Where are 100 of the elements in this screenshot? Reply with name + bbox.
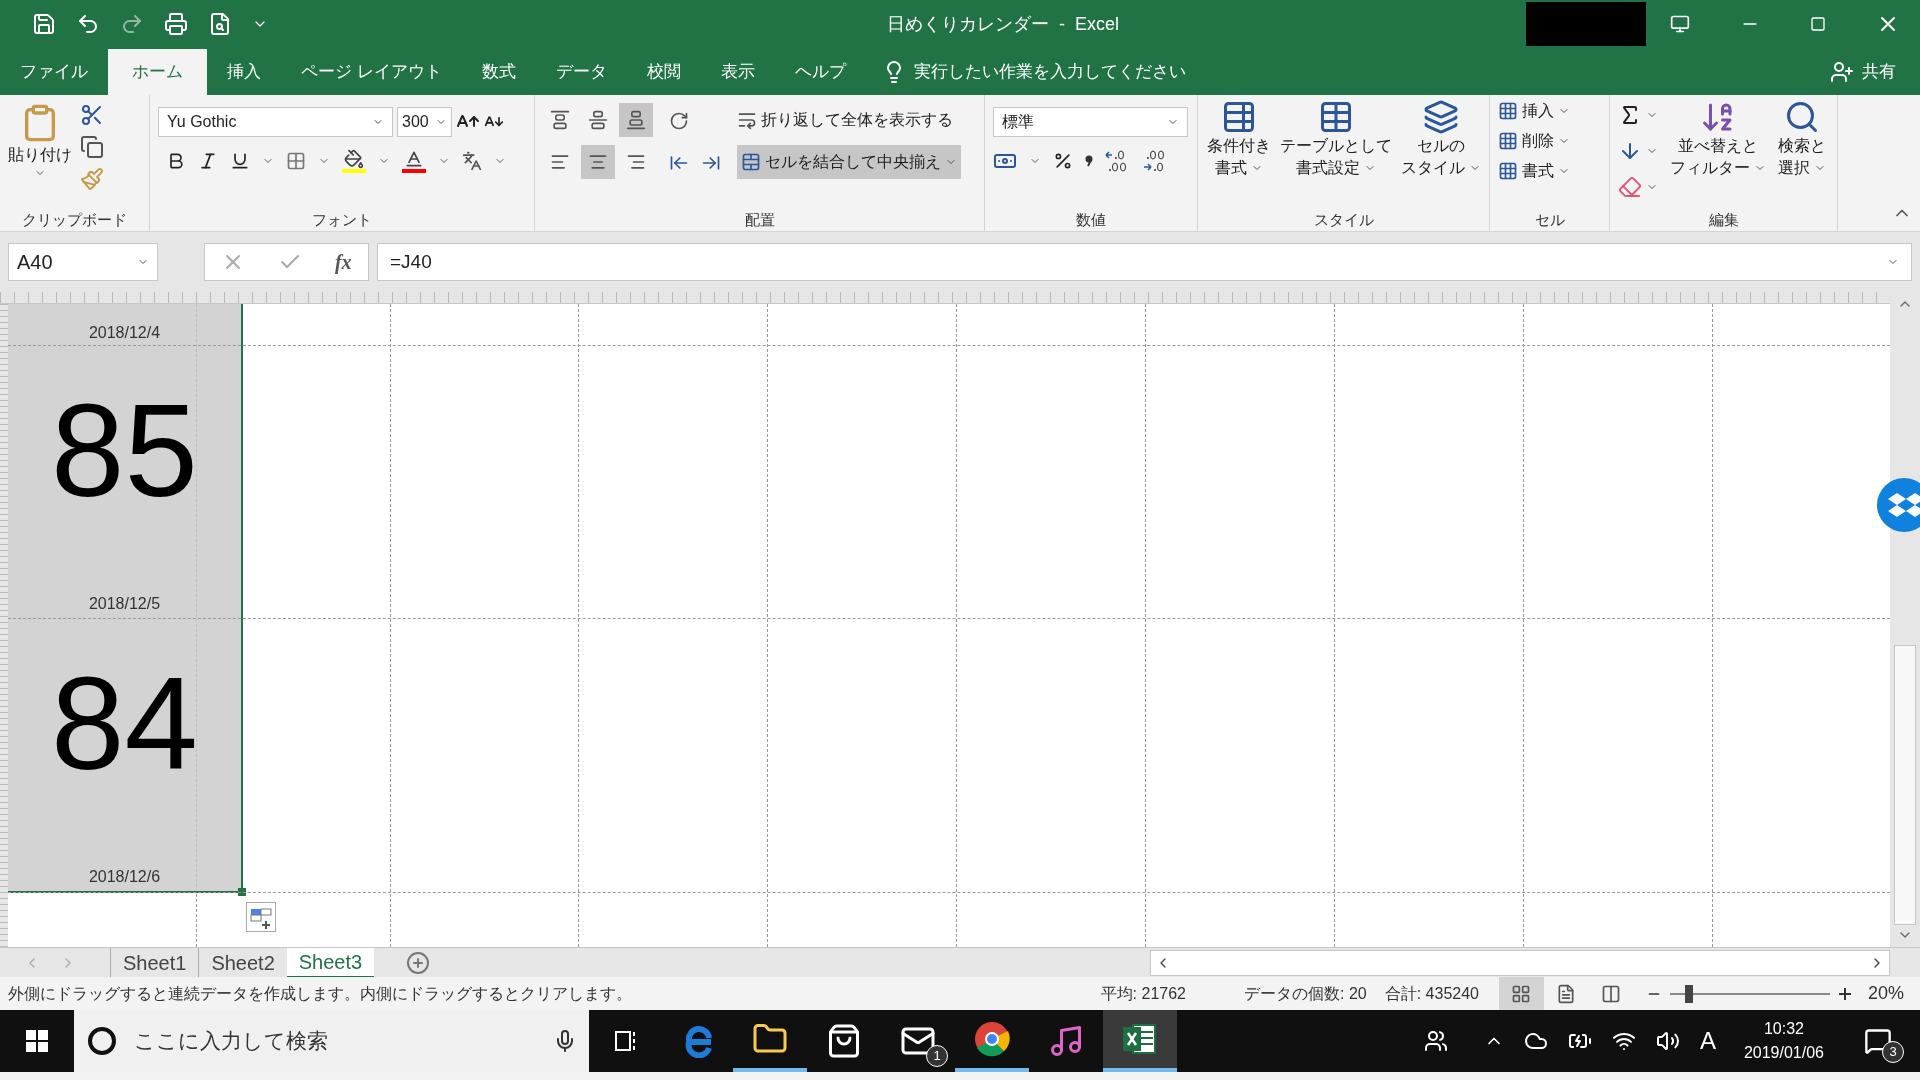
align-icon (550, 110, 570, 130)
music-app-icon[interactable] (1048, 1023, 1084, 1059)
formula-field[interactable]: =J40 (377, 243, 1912, 281)
ribbon-tab[interactable]: 挿入 (207, 49, 281, 95)
scrollbar-thumb[interactable] (1894, 644, 1916, 925)
day-number-cell: 84 (51, 657, 198, 790)
new-sheet-icon[interactable] (406, 950, 431, 975)
zoom-slider[interactable] (1669, 984, 1830, 1003)
view-icon (1556, 983, 1577, 1004)
merge-cells-icon (741, 152, 761, 172)
notifications-icon[interactable] (1864, 1027, 1892, 1055)
align-icon (588, 152, 608, 172)
phonetic-icon[interactable] (462, 151, 482, 171)
sheet-tab[interactable]: Sheet3 (286, 947, 375, 978)
print-icon[interactable] (164, 12, 188, 36)
ribbon-tab[interactable]: 表示 (700, 49, 775, 95)
zoom-slider-thumb[interactable] (1685, 984, 1694, 1003)
wrap-text-icon (737, 110, 757, 130)
ribbon-tab[interactable]: ページ レイアウト (281, 49, 462, 95)
mail-badge: 1 (926, 1045, 948, 1067)
cut-icon[interactable] (80, 103, 104, 127)
spreadsheet-app-icon[interactable] (1123, 1023, 1157, 1055)
merge-center-button[interactable]: セルを結合して中央揃え (737, 145, 961, 179)
date-cell-text: 2018/12/6 (88, 867, 161, 887)
cells-button[interactable]: 削除 (1498, 129, 1570, 153)
tell-me-field[interactable]: 実行したい作業を入力してください (913, 59, 1186, 85)
auto-fill-options-icon[interactable] (246, 902, 276, 932)
font-name-field[interactable]: Yu Gothic (158, 107, 393, 137)
cells-button[interactable]: 挿入 (1498, 99, 1570, 123)
borders-icon[interactable] (286, 151, 306, 171)
decrease-indent-icon[interactable] (669, 153, 689, 173)
ribbon-tab[interactable]: データ (535, 49, 627, 95)
underline-icon[interactable] (230, 151, 250, 171)
style-button[interactable]: セルの スタイル (1400, 99, 1481, 179)
paste-button[interactable]: 貼り付け (8, 99, 72, 191)
store-bag-icon[interactable] (826, 1023, 862, 1059)
ribbon-tab[interactable]: 校閲 (626, 49, 701, 95)
font-color-icon[interactable] (402, 149, 426, 173)
group-label: セル (1534, 209, 1565, 230)
clock[interactable]: 10:32 2019/01/06 (1735, 1017, 1832, 1065)
view-button[interactable] (1498, 977, 1544, 1010)
insert-function-button[interactable]: fx (334, 247, 352, 277)
editing-button[interactable]: 検索と 選択 (1778, 99, 1826, 199)
ribbon-tab[interactable]: ヘルプ (774, 49, 866, 95)
chrome-icon[interactable] (974, 1021, 1010, 1057)
style-button[interactable]: テーブルとして 書式設定 (1279, 99, 1392, 179)
fill-color-icon[interactable] (342, 149, 366, 173)
horizontal-align-button[interactable] (581, 145, 615, 179)
print-preview-icon[interactable] (208, 12, 232, 36)
fill-handle[interactable] (238, 888, 246, 896)
day-number-cell: 85 (51, 384, 198, 517)
cells-button[interactable]: 書式 (1498, 159, 1570, 183)
people-icon[interactable] (1423, 1029, 1448, 1053)
taskbar-search-field[interactable]: ここに入力して検索 (74, 1010, 589, 1072)
share-button[interactable]: 共有 (1862, 59, 1896, 85)
dropbox-badge-icon[interactable] (1876, 477, 1920, 533)
italic-icon[interactable] (198, 151, 218, 171)
group-label: 編集 (1708, 209, 1739, 230)
input-method-indicator[interactable]: A (1699, 1023, 1716, 1059)
undo-icon[interactable] (76, 12, 100, 36)
view-icon (1601, 983, 1622, 1004)
restore-icon[interactable] (1810, 16, 1826, 32)
table-style-icon (1422, 99, 1459, 135)
windows-start-icon[interactable] (26, 1030, 48, 1052)
wrap-text-button[interactable]: 折り返して全体を表示する (737, 103, 961, 137)
font-size-field[interactable]: 300 (397, 107, 452, 137)
ribbon-tab[interactable]: 数式 (461, 49, 536, 95)
share-icon (1830, 60, 1854, 84)
sum-value: 合計: 435240 (1384, 983, 1479, 1004)
group-label: フォント (312, 209, 372, 230)
group-label: クリップボード (22, 209, 127, 230)
zoom-level: 20% (1867, 982, 1904, 1005)
increase-indent-icon[interactable] (701, 153, 721, 173)
save-icon[interactable] (32, 12, 56, 36)
percent-icon[interactable] (1053, 151, 1073, 171)
grid-icon (1498, 161, 1518, 181)
ribbon-tab[interactable]: ホーム (108, 49, 207, 95)
group-label: 配置 (744, 209, 775, 230)
comma-style-icon[interactable] (1085, 155, 1093, 167)
cortana-icon (86, 1025, 118, 1057)
volume-icon[interactable] (1655, 1029, 1680, 1053)
eraser-icon[interactable] (1618, 175, 1642, 199)
ribbon-tab[interactable]: ファイル (0, 49, 108, 95)
window-title: 日めくりカレンダー - Excel (887, 12, 1119, 36)
copy-icon[interactable] (80, 135, 104, 159)
style-button[interactable]: 条件付き 書式 (1206, 99, 1271, 179)
ribbon-display-icon[interactable] (1670, 14, 1690, 34)
align-icon (550, 152, 570, 172)
group-label: 数値 (1076, 209, 1106, 230)
number-format-field[interactable]: 標準 (993, 107, 1188, 137)
editing-button[interactable]: 並べ替えと フィルター (1670, 99, 1766, 199)
vertical-align-button[interactable] (619, 103, 653, 137)
status-message: 外側にドラッグすると連続データを作成します。内側にドラッグするとクリアします。 (7, 983, 633, 1004)
align-icon (626, 110, 646, 130)
view-icon (1511, 983, 1532, 1004)
average-value: 平均: 21762 (1100, 983, 1186, 1004)
zoom-in-icon[interactable] (1837, 986, 1852, 1001)
count-value: データの個数: 20 (1244, 983, 1367, 1004)
orientation-icon[interactable] (669, 111, 689, 131)
name-box[interactable]: A40 (8, 243, 158, 281)
